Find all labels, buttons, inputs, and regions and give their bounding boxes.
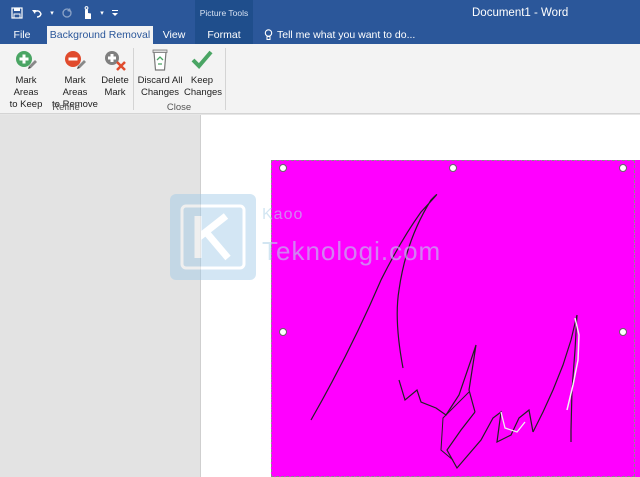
delete-mark-button[interactable]: Delete Mark <box>101 48 129 99</box>
resize-handle-top-right[interactable] <box>619 164 627 172</box>
mark-keep-label-line1: Mark Areas <box>13 75 39 98</box>
delete-mark-icon <box>105 51 126 71</box>
picture-tools-group: Picture Tools <box>195 0 253 26</box>
tell-me-box[interactable]: Tell me what you want to do... <box>264 26 415 44</box>
keep-label-line1: Keep <box>190 75 214 86</box>
group-divider <box>133 48 134 110</box>
selection-marquee <box>271 160 635 477</box>
close-group-label: Close <box>166 102 192 113</box>
quick-access-toolbar: ▾ ▾ <box>8 4 122 22</box>
customize-qat-icon[interactable] <box>108 4 122 22</box>
resize-handle-left[interactable] <box>279 328 287 336</box>
resize-handle-top[interactable] <box>449 164 457 172</box>
tell-me-text: Tell me what you want to do... <box>277 29 416 41</box>
discard-label-line2: Changes <box>140 87 180 98</box>
group-divider-end <box>225 48 226 110</box>
mark-remove-icon <box>65 51 86 69</box>
mark-remove-label-line1: Mark Areas <box>62 75 88 98</box>
checkmark-icon <box>191 50 213 69</box>
delete-mark-label-line2: Mark <box>104 87 126 98</box>
title-bar: ▾ ▾ Picture Tools Document1 - Word <box>0 0 640 26</box>
watermark-text-line2: Teknologi.com <box>262 236 442 266</box>
refine-group-label: Refine <box>52 102 80 113</box>
watermark-logo-icon <box>170 194 256 280</box>
picture-tools-label: Picture Tools <box>199 8 249 18</box>
redo-icon[interactable] <box>58 4 76 22</box>
recycle-bin-icon <box>152 49 168 71</box>
delete-mark-label-line1: Delete <box>101 75 129 86</box>
tab-view[interactable]: View <box>156 26 192 44</box>
lightbulb-icon <box>264 29 273 40</box>
save-icon[interactable] <box>8 4 26 22</box>
undo-icon[interactable] <box>28 4 46 22</box>
watermark-text-line1: Kaoo <box>262 206 304 223</box>
tab-file[interactable]: File <box>6 26 38 44</box>
tab-background-removal[interactable]: Background Removal <box>47 26 153 44</box>
mark-keep-icon <box>16 51 37 69</box>
document-margin-area <box>0 115 201 477</box>
ribbon: Mark Areas to Keep Mark Areas to Remove … <box>0 44 640 114</box>
document-title: Document1 - Word <box>472 7 569 19</box>
tab-format[interactable]: Format <box>195 26 253 44</box>
resize-handle-top-left[interactable] <box>279 164 287 172</box>
touch-dropdown-icon[interactable]: ▾ <box>98 4 106 22</box>
touch-mode-icon[interactable] <box>78 4 96 22</box>
discard-all-changes-button[interactable]: Discard All Changes <box>137 48 183 99</box>
undo-dropdown-icon[interactable]: ▾ <box>48 4 56 22</box>
keep-changes-button[interactable]: Keep Changes <box>184 48 223 99</box>
keep-label-line2: Changes <box>184 87 223 98</box>
ribbon-tab-bar: File Background Removal View Format Tell… <box>0 26 640 44</box>
resize-handle-right[interactable] <box>619 328 627 336</box>
discard-label-line1: Discard All <box>137 75 183 86</box>
